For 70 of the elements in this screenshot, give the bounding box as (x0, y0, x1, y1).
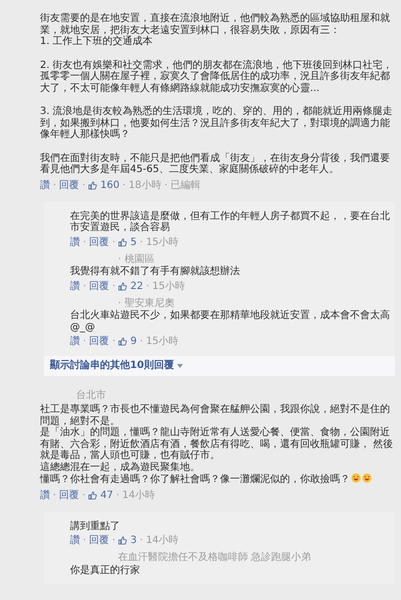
like-count: 9 (130, 335, 137, 348)
comment-text: 是「油水」的問題，懂嗎？龍山寺附近常有人送愛心餐、便當、食物，公園附近有賭、六合彩，附近飲酒店有酒，餐飲店有得吃、喝，還有回收瓶罐可賺， 然後就是毒品，當人頭也可賺，也有賊仔市。 (40, 427, 394, 462)
author-location: · 聖安東尼奧 (117, 298, 176, 309)
separator-dot: · (140, 236, 143, 248)
thumbs-up-icon (88, 490, 98, 500)
separator-dot: · (112, 280, 116, 292)
reply-link[interactable]: 回覆 (59, 488, 80, 502)
like-link[interactable]: 讚 (40, 178, 50, 192)
timestamp: 18小時 (128, 178, 162, 192)
timestamp: 15小時 (146, 335, 179, 348)
like-count: 160 (100, 178, 120, 192)
thumbs-up-icon (118, 282, 128, 290)
comment-text: 3. 流浪地是街友較為熟悉的生活環境，吃的、穿的、用的，都能就近用兩條腿走到，如果搬到林口，他要如何生活？況且許多街友年紀大了，對環境的調適力能像年輕人那樣快嗎？ (40, 106, 394, 140)
like-link[interactable]: 讚 (70, 280, 80, 292)
separator-dot: · (53, 178, 56, 192)
timestamp: 15小時 (146, 236, 179, 248)
reply-text: 在完美的世界該這是麼做，但有工作的年輕人房子都買不起，，要在台北市安置遊民，談合容易 (70, 210, 391, 234)
separator-dot: · (83, 236, 86, 248)
reply-text: 講到重點了 (70, 520, 121, 532)
reply-text: 我覺得有就不錯了有手有腳就該想辦法 (70, 266, 241, 278)
comment-text: 社工是專業嗎？市長也不懂遊民為何會聚在艋舺公園，我跟你說，絕對不是住的問題，絕對不是。 (40, 404, 391, 426)
separator-dot: · (82, 178, 86, 192)
separator-dot: · (53, 488, 56, 502)
comment-text: 1. 工作上下班的交通成本 (40, 36, 154, 48)
reply-link[interactable]: 回覆 (89, 335, 110, 348)
reply-text: 你是真正的行家 (70, 564, 141, 576)
reply-link[interactable]: 回覆 (89, 236, 110, 248)
separator-dot: · (112, 335, 116, 348)
separator-dot: · (83, 335, 86, 348)
comment-text: 懂嗎？你社會有走過嗎？你了解社會嗎？像一灘爛泥似的，你敢撿嗎？ (40, 473, 395, 486)
reply-link[interactable]: 回覆 (59, 178, 80, 192)
author-location: 在血汗醫院擔任不及格咖啡師 急診跑腿小弟 (117, 552, 312, 564)
separator-dot: · (83, 280, 86, 292)
thumbs-up-icon (118, 238, 128, 246)
like-link[interactable]: 讚 (40, 488, 50, 502)
like-link[interactable]: 讚 (70, 335, 80, 348)
thumbs-up-icon (118, 337, 128, 346)
separator-dot: · (112, 534, 116, 547)
comment-text: 2. 街友也有娛樂和社交需求，他們的朋友都在流浪地，他下班後回到林口社宅，孤零零一個人關在屋子裡，寂寞久了會降低居住的成功率，況且許多街友年紀都大了，不太可能像年輕人有條網路線就能成功安撫寂寞的心靈... (40, 60, 394, 94)
separator-dot: · (140, 534, 143, 547)
like-count: 3 (130, 534, 137, 547)
thumbs-up-icon (88, 180, 98, 190)
author-location: · 桃園區 (117, 254, 156, 265)
thumbs-up-icon (118, 536, 128, 545)
reply-link[interactable]: 回覆 (89, 280, 110, 292)
separator-dot: · (146, 280, 150, 292)
separator-dot: · (164, 178, 168, 192)
separator-dot: · (112, 236, 116, 248)
comment-text: 我們在面對街友時，不能只是把他們看成「街友」，在街友身分背後，我們還要看見他們大多是年屆45-65、二度失業、家庭關係破碎的中老年人。 (40, 152, 391, 176)
edited-label: 已編輯 (170, 178, 201, 192)
separator-dot: · (116, 488, 120, 502)
caret-icon (176, 364, 183, 368)
like-link[interactable]: 讚 (70, 534, 80, 547)
separator-dot: · (140, 335, 143, 348)
separator-dot: · (83, 534, 86, 547)
like-link[interactable]: 讚 (70, 236, 80, 248)
separator-dot: · (122, 178, 126, 192)
comment-text: 街友需要的是在地安置，直接在流浪地附近，他們較為熟悉的區域協助租屋和就業，就地安居，把街友大老遠安置到林口，很容易失敗，原因有三： (40, 13, 391, 36)
more-replies-link[interactable]: 顯示討論串的其他10則回覆 (44, 356, 395, 376)
timestamp: 14小時 (122, 488, 156, 502)
timestamp: 15小時 (152, 280, 186, 292)
like-count: 47 (100, 488, 114, 502)
timestamp: 14小時 (146, 534, 179, 547)
separator-dot: · (82, 488, 86, 502)
author-location: 台北市 (75, 390, 107, 401)
comment-text: 這總總混在一起，成為遊民聚集地。 (40, 462, 201, 473)
like-count: 22 (130, 280, 144, 292)
like-count: 5 (130, 236, 137, 248)
reply-link[interactable]: 回覆 (89, 534, 110, 547)
reply-text: 台北火車站遊民不少，如果都要在那精華地段就近安置，成本會不會太高 @_@ (70, 310, 391, 333)
